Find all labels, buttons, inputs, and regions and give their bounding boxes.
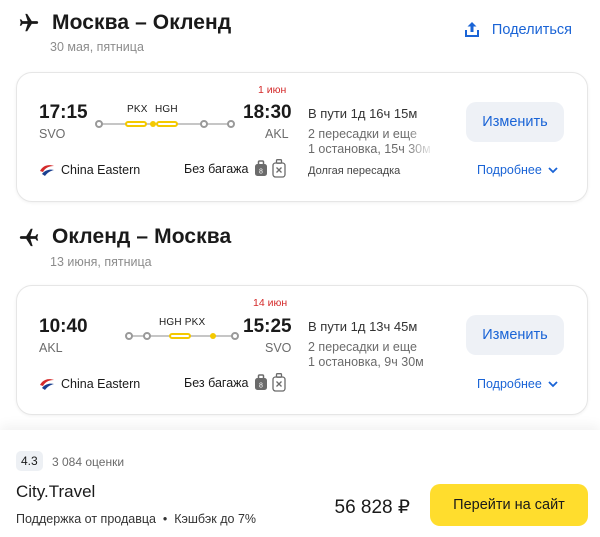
stop-dot bbox=[200, 120, 208, 128]
rating-count: 3 084 оценки bbox=[52, 455, 125, 469]
departure-airport-code: AKL bbox=[39, 341, 63, 355]
departure-time: 17:15 bbox=[39, 102, 88, 123]
airline: China Eastern bbox=[39, 377, 140, 391]
svg-text:8: 8 bbox=[260, 169, 264, 176]
layover-segment bbox=[156, 121, 178, 127]
departure-time: 10:40 bbox=[39, 316, 88, 337]
return-date: 13 июня, пятница bbox=[50, 255, 152, 269]
details-label: Подробнее bbox=[477, 377, 542, 391]
arrival-time: 15:25 bbox=[243, 316, 292, 337]
arrival-time: 18:30 bbox=[243, 102, 292, 123]
airplane-icon bbox=[19, 228, 39, 247]
route-timeline bbox=[125, 331, 240, 341]
chevron-down-icon bbox=[548, 166, 558, 173]
offer-bar: 4.3 3 084 оценки City.Travel Поддержка о… bbox=[0, 430, 600, 537]
timeline-start-dot bbox=[95, 120, 103, 128]
outbound-header: Москва – Окленд bbox=[18, 11, 231, 35]
china-eastern-logo-icon bbox=[40, 165, 54, 176]
share-button[interactable]: Поделиться bbox=[462, 20, 572, 40]
arrival-airport-code: AKL bbox=[265, 127, 289, 141]
hand-luggage-icon: 8 bbox=[255, 374, 268, 390]
airline: China Eastern bbox=[39, 163, 140, 177]
return-section: Окленд – Москва 13 июня, пятница 10:40 A… bbox=[0, 215, 600, 430]
travel-duration: В пути 1д 16ч 15м bbox=[308, 106, 418, 121]
airline-name: China Eastern bbox=[61, 163, 141, 177]
layover-segment bbox=[125, 121, 147, 127]
long-layover-note: Долгая пересадка bbox=[308, 165, 401, 177]
layover-segment bbox=[169, 333, 191, 339]
arrival-date-note: 1 июн bbox=[258, 84, 287, 96]
stop-code: HGH bbox=[155, 104, 178, 115]
layover-dot bbox=[210, 333, 216, 339]
stop-codes: HGH PKX bbox=[159, 317, 206, 328]
outbound-date: 30 мая, пятница bbox=[50, 40, 144, 54]
stops-summary-line2: 1 остановка, 9ч 30м bbox=[308, 355, 424, 369]
details-link[interactable]: Подробнее bbox=[477, 163, 558, 177]
baggage-label: Без багажа bbox=[184, 375, 249, 390]
baggage-info: Без багажа 8 bbox=[184, 159, 290, 178]
return-header: Окленд – Москва bbox=[18, 225, 231, 249]
no-checked-baggage-icon bbox=[272, 159, 287, 178]
outbound-route-title: Москва – Окленд bbox=[52, 11, 232, 34]
stop-dot bbox=[143, 332, 151, 340]
timeline-start-dot bbox=[125, 332, 133, 340]
share-upload-icon bbox=[464, 22, 479, 37]
return-route-title: Окленд – Москва bbox=[52, 225, 232, 248]
stop-code: PKX bbox=[127, 104, 148, 115]
price: 56 828 ₽ bbox=[334, 497, 410, 518]
go-to-site-button[interactable]: Перейти на сайт bbox=[430, 484, 588, 526]
text-fade bbox=[405, 127, 435, 157]
seller-info: Поддержка от продавца • Кэшбэк до 7% bbox=[16, 512, 257, 526]
details-label: Подробнее bbox=[477, 163, 542, 177]
timeline-end-dot bbox=[227, 120, 235, 128]
rating-badge: 4.3 bbox=[16, 451, 43, 471]
stops-summary-line1: 2 пересадки и еще bbox=[308, 340, 417, 354]
seller-name: City.Travel bbox=[16, 482, 96, 501]
svg-text:8: 8 bbox=[260, 383, 264, 390]
details-link[interactable]: Подробнее bbox=[477, 377, 558, 391]
route-timeline bbox=[95, 119, 235, 129]
arrival-date-note: 14 июн bbox=[253, 297, 288, 309]
return-flight-card[interactable]: 10:40 AKL HGH PKX 14 июн 15:25 SVO В пут… bbox=[16, 285, 588, 415]
change-return-button[interactable]: Изменить bbox=[466, 315, 564, 355]
hand-luggage-icon: 8 bbox=[255, 160, 268, 176]
timeline-end-dot bbox=[231, 332, 239, 340]
share-label: Поделиться bbox=[491, 22, 572, 38]
no-checked-baggage-icon bbox=[272, 373, 287, 392]
outbound-flight-card[interactable]: 17:15 SVO PKX HGH 1 июн 18:30 AKL В пути… bbox=[16, 72, 588, 202]
airplane-icon bbox=[19, 13, 39, 32]
outbound-section: Москва – Окленд 30 мая, пятница Поделить… bbox=[0, 0, 600, 215]
china-eastern-logo-icon bbox=[40, 379, 54, 390]
arrival-airport-code: SVO bbox=[265, 341, 292, 355]
change-outbound-button[interactable]: Изменить bbox=[466, 102, 564, 142]
airline-name: China Eastern bbox=[61, 377, 141, 391]
chevron-down-icon bbox=[548, 380, 558, 387]
departure-airport-code: SVO bbox=[39, 127, 66, 141]
travel-duration: В пути 1д 13ч 45м bbox=[308, 319, 418, 334]
baggage-info: Без багажа 8 bbox=[184, 373, 290, 392]
baggage-label: Без багажа bbox=[184, 161, 249, 176]
